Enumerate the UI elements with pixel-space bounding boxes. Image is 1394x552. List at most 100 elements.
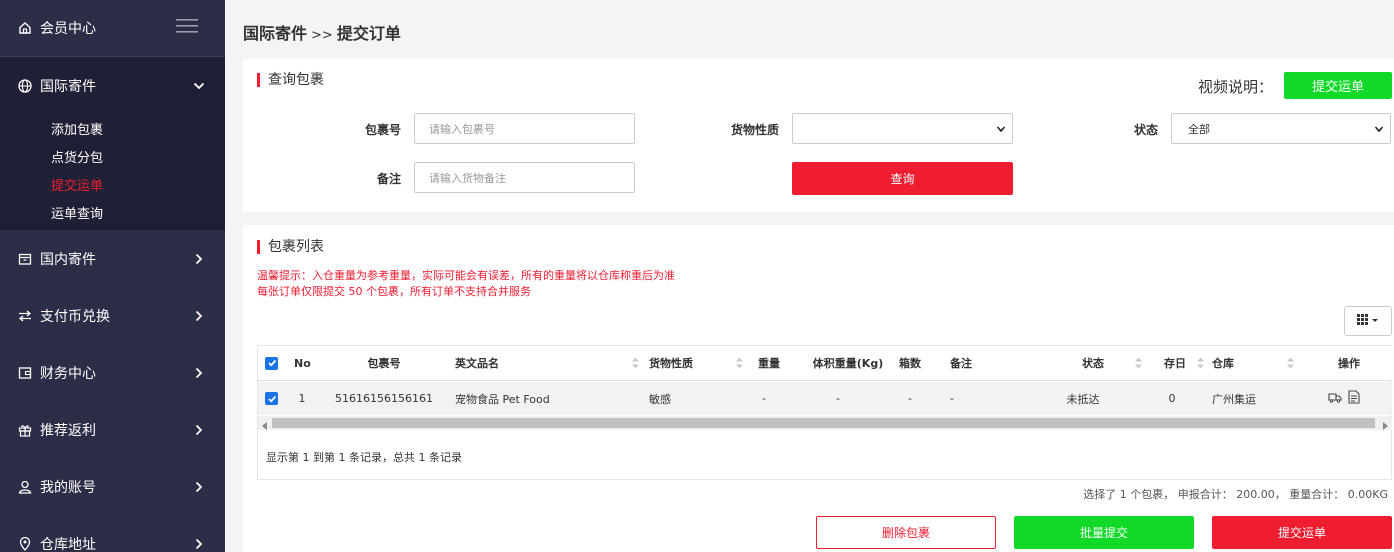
sidebar-subitem-split-package[interactable]: 点货分包 — [0, 142, 225, 170]
column-header-package-no[interactable]: 包裹号 — [334, 346, 434, 380]
batch-submit-button[interactable]: 批量提交 — [1014, 516, 1194, 549]
column-header-days[interactable]: 存日 — [1148, 346, 1204, 380]
scrollbar-thumb[interactable] — [272, 418, 1375, 428]
sidebar-item-label: 我的账号 — [40, 479, 96, 496]
select-all-checkbox[interactable] — [265, 346, 285, 380]
limit-notice: 每张订单仅限提交 50 个包裹，所有订单不支持合并服务 — [257, 285, 531, 298]
package-no-input[interactable]: 请输入包裹号 — [414, 113, 635, 144]
delete-package-button[interactable]: 删除包裹 — [816, 516, 996, 549]
sidebar-item-label: 会员中心 — [40, 21, 96, 37]
sidebar-item-label: 财务中心 — [40, 365, 96, 382]
sidebar-item-label: 仓库地址 — [40, 536, 96, 552]
column-header-weight[interactable]: 重量 — [744, 346, 794, 380]
column-header-label: 货物性质 — [649, 357, 693, 370]
grid-icon — [1357, 313, 1379, 329]
remark-input[interactable]: 请输入货物备注 — [414, 162, 635, 193]
video-guide-label: 视频说明： — [1198, 78, 1274, 96]
sort-icon — [736, 357, 743, 369]
sidebar-item-label: 国际寄件 — [40, 78, 96, 95]
sidebar-item-domestic[interactable]: 国内寄件 — [0, 230, 225, 287]
status-select[interactable]: 全部 — [1171, 113, 1391, 144]
cell-weight: - — [762, 392, 766, 405]
column-header-remark[interactable]: 备注 — [950, 346, 990, 380]
column-header-label: 状态 — [1082, 357, 1104, 370]
breadcrumb-parent[interactable]: 国际寄件 — [243, 24, 307, 43]
column-header-warehouse[interactable]: 仓库 — [1212, 346, 1300, 380]
sidebar-item-international[interactable]: 国际寄件 — [0, 57, 225, 114]
sidebar-subitem-add-package[interactable]: 添加包裹 — [0, 114, 225, 142]
chevron-right-icon — [193, 253, 205, 265]
cell-vol-weight: - — [836, 392, 840, 405]
goods-type-select[interactable] — [792, 113, 1013, 144]
breadcrumb-separator: >> — [311, 28, 333, 43]
sidebar-item-member-center[interactable]: 会员中心 — [0, 0, 225, 57]
sidebar: 会员中心 国际寄件 添加包裹 点货分包 提交运单 运单查询 国内寄件 支付币兑换… — [0, 0, 225, 552]
search-button[interactable]: 查询 — [792, 162, 1013, 195]
query-panel-title: 查询包裹 — [257, 73, 324, 87]
checkbox-checked-icon — [265, 356, 278, 370]
cell-status: 未抵达 — [1066, 392, 1100, 406]
weight-notice: 温馨提示：入仓重量为参考重量，实际可能会有误差，所有的重量将以仓库称重后为准 — [257, 269, 675, 282]
status-value: 全部 — [1188, 122, 1210, 136]
sidebar-item-warehouse-address[interactable]: 仓库地址 — [0, 515, 225, 552]
horizontal-scrollbar[interactable] — [258, 416, 1392, 430]
menu-toggle-icon[interactable] — [176, 19, 198, 37]
sidebar-item-currency-exchange[interactable]: 支付币兑换 — [0, 287, 225, 344]
chevron-right-icon — [193, 367, 205, 379]
package-no-label: 包裹号 — [364, 123, 401, 137]
cell-remark: - — [950, 392, 954, 405]
document-icon[interactable] — [1348, 390, 1360, 407]
sidebar-item-referral[interactable]: 推荐返利 — [0, 401, 225, 458]
main-content: 国际寄件 >> 提交订单 查询包裹 视频说明： 提交运单 包裹号 请输入包裹号 货物… — [225, 0, 1394, 552]
checkbox-checked-icon — [265, 392, 278, 405]
chevron-down-icon — [193, 80, 205, 92]
video-submit-waybill-button[interactable]: 提交运单 — [1284, 72, 1392, 99]
sidebar-item-account[interactable]: 我的账号 — [0, 458, 225, 515]
column-header-boxes[interactable]: 箱数 — [890, 346, 930, 380]
breadcrumb: 国际寄件 >> 提交订单 — [243, 20, 401, 44]
sidebar-group-international: 国际寄件 添加包裹 点货分包 提交运单 运单查询 — [0, 57, 225, 230]
cell-goods-type: 敏感 — [649, 392, 671, 406]
column-toggle-button[interactable] — [1344, 306, 1392, 336]
sidebar-subitem-submit-waybill[interactable]: 提交运单 — [0, 170, 225, 198]
chevron-right-icon — [193, 424, 205, 436]
chevron-down-icon — [996, 124, 1006, 134]
sidebar-item-label: 推荐返利 — [40, 422, 96, 439]
sidebar-item-label: 国内寄件 — [40, 251, 96, 268]
scroll-left-icon[interactable] — [261, 419, 269, 430]
column-header-label: 仓库 — [1212, 357, 1234, 370]
scroll-right-icon[interactable] — [1381, 419, 1389, 430]
column-header-label: 存日 — [1164, 357, 1186, 370]
submit-waybill-button[interactable]: 提交运单 — [1212, 516, 1392, 549]
exchange-icon — [18, 309, 32, 323]
cell-boxes: - — [908, 392, 912, 405]
chevron-down-icon — [1374, 124, 1384, 134]
globe-icon — [18, 78, 32, 93]
row-checkbox[interactable] — [265, 382, 285, 415]
column-header-label: 英文品名 — [455, 357, 499, 370]
table-header: No 包裹号 英文品名 货物性质 重量 体积重量(Kg) 箱数 备注 状态 存日 — [258, 346, 1392, 381]
cell-name-en: 宠物食品 Pet Food — [455, 392, 550, 406]
sidebar-subitem-waybill-query[interactable]: 运单查询 — [0, 198, 225, 226]
table-row[interactable]: 1 51616156156161 宠物食品 Pet Food 敏感 - - - … — [258, 382, 1392, 415]
column-header-vol-weight[interactable]: 体积重量(Kg) — [798, 346, 898, 380]
sort-icon — [1287, 357, 1294, 369]
cell-package-no: 51616156156161 — [335, 392, 433, 405]
goods-type-label: 货物性质 — [730, 123, 779, 137]
wallet-icon — [18, 366, 32, 380]
column-header-status[interactable]: 状态 — [1038, 346, 1148, 380]
pagination-info: 显示第 1 到第 1 条记录，总共 1 条记录 — [266, 451, 462, 464]
location-pin-icon — [18, 536, 32, 551]
chevron-right-icon — [193, 481, 205, 493]
chevron-right-icon — [193, 310, 205, 322]
home-icon — [18, 21, 32, 35]
column-header-no[interactable]: No — [294, 346, 334, 380]
status-label: 状态 — [1133, 123, 1158, 137]
box-icon — [18, 252, 32, 266]
truck-icon[interactable] — [1328, 391, 1342, 406]
column-header-goods-type[interactable]: 货物性质 — [649, 346, 743, 380]
package-table: No 包裹号 英文品名 货物性质 重量 体积重量(Kg) 箱数 备注 状态 存日 — [257, 345, 1392, 480]
sidebar-item-finance[interactable]: 财务中心 — [0, 344, 225, 401]
column-header-name-en[interactable]: 英文品名 — [455, 346, 645, 380]
user-icon — [18, 480, 32, 494]
